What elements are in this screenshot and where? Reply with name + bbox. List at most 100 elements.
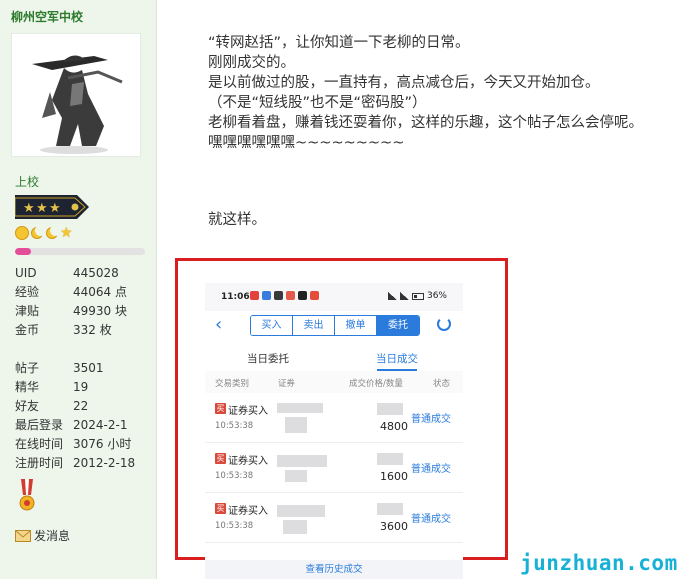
stat-value: 2012-2-18 <box>73 456 136 470</box>
app-icon <box>250 291 259 300</box>
wechat-icon <box>274 291 283 300</box>
trade-type: 证券买入 <box>228 456 268 467</box>
samurai-avatar-image <box>32 55 123 154</box>
post-line: （不是“短线股”也不是“密码股”） <box>208 95 427 111</box>
stat-value: 19 <box>73 380 89 394</box>
column-header: 证券 <box>278 379 296 389</box>
app-icon <box>310 291 319 300</box>
stat-row: 金币 332 枚 <box>15 321 155 340</box>
post-line: 嘿嘿嘿嘿嘿嘿~~~~~~~~~ <box>208 135 405 151</box>
stat-row: 津贴 49930 块 <box>15 302 155 321</box>
redacted-stock-name <box>277 505 325 517</box>
stat-value: 44064 点 <box>73 285 127 299</box>
stat-label: 最后登录 <box>15 418 64 432</box>
table-row: 买 证券买入 10:53:38 3600 普通成交 <box>205 493 463 543</box>
sun-icon <box>15 226 29 240</box>
stat-row[interactable]: 精华 19 <box>15 378 155 397</box>
post-spacer <box>208 153 688 193</box>
stat-row[interactable]: 好友 22 <box>15 397 155 416</box>
stat-row: 经验 44064 点 <box>15 283 155 302</box>
battery-level: 36% <box>426 291 447 301</box>
medal-icon[interactable] <box>17 479 37 513</box>
post-content: “转网赵括”，让你知道一下老柳的日常。 刚刚成交的。 是以前做过的股，一直持有，… <box>208 33 688 230</box>
trade-status: 普通成交 <box>411 514 451 525</box>
avatar[interactable] <box>11 33 141 157</box>
svg-text:★: ★ <box>23 201 35 216</box>
trade-time: 10:53:38 <box>215 471 254 481</box>
stat-row: 最后登录 2024-2-1 <box>15 416 155 435</box>
post-line: 老柳看着盘，赚着钱还耍着你，这样的乐趣，这个帖子怎么会停呢。 <box>208 115 643 131</box>
buy-tag: 买 <box>215 503 226 514</box>
user-stats: UID 445028 经验 44064 点 津贴 49930 块 金币 332 … <box>15 264 155 473</box>
redacted-price <box>377 403 403 415</box>
table-row: 买 证券买入 10:53:38 1600 普通成交 <box>205 443 463 493</box>
username-link[interactable]: 柳州空军中校 <box>11 8 83 25</box>
trade-status: 普通成交 <box>411 414 451 425</box>
stat-label: 帖子 <box>15 361 40 375</box>
post-line: 刚刚成交的。 <box>208 55 295 71</box>
view-history-link: 查看历史成交 <box>205 560 463 579</box>
signal-icon <box>387 292 397 300</box>
status-indicators: 36% <box>387 291 447 301</box>
stat-value: 3501 <box>73 361 104 375</box>
svg-text:★: ★ <box>49 201 61 216</box>
stat-row: 在线时间 3076 小时 <box>15 435 155 454</box>
trade-quantity: 3600 <box>380 520 408 533</box>
envelope-icon <box>15 529 31 542</box>
trade-time: 10:53:38 <box>215 521 254 531</box>
tab-today-orders: 当日委托 <box>247 353 289 365</box>
buy-tag: 买 <box>215 453 226 464</box>
buy-tag: 买 <box>215 403 226 414</box>
moon-icon <box>45 225 61 240</box>
level-progress-fill <box>15 248 31 255</box>
stat-label: 精华 <box>15 380 40 394</box>
column-header: 成交价格/数量 <box>349 379 403 389</box>
trade-screenshot-image[interactable]: 11:06 36% ‹ 买入 卖出 撤单 委托 当日委托 当日成交 交易类别 证… <box>205 283 463 579</box>
stat-row: 注册时间 2012-2-18 <box>15 454 155 473</box>
redacted-stock-code <box>285 417 307 433</box>
trade-quantity: 4800 <box>380 420 408 433</box>
redacted-stock-code <box>283 520 307 534</box>
stat-label: 经验 <box>15 285 40 299</box>
redacted-price <box>377 503 403 515</box>
stats-divider <box>15 340 155 359</box>
user-profile-sidebar: 柳州空军中校 上校 ★ ★ ★ ★ UID 445028 经验 44064 点 … <box>0 0 157 579</box>
order-tabs: 当日委托 当日成交 <box>205 345 463 371</box>
trade-quantity: 1600 <box>380 470 408 483</box>
notification-icons <box>250 291 319 300</box>
refresh-icon <box>437 317 451 331</box>
back-chevron-icon: ‹ <box>215 314 223 335</box>
stat-value: 49930 块 <box>73 304 127 318</box>
stat-value: 445028 <box>73 266 119 280</box>
trade-segment-control: 买入 卖出 撤单 委托 <box>250 315 420 336</box>
table-row: 买 证券买入 10:53:38 4800 普通成交 <box>205 393 463 443</box>
redacted-stock-name <box>277 455 327 467</box>
rank-insignia-icon: ★ ★ ★ <box>15 195 89 219</box>
segment-orders: 委托 <box>377 316 419 335</box>
stat-label: 好友 <box>15 399 40 413</box>
column-header: 交易类别 <box>215 379 250 389</box>
table-header: 交易类别 证券 成交价格/数量 状态 <box>205 371 463 393</box>
level-icons: ★ <box>15 225 73 240</box>
redacted-stock-name <box>277 403 323 413</box>
segment-sell: 卖出 <box>293 316 335 335</box>
trade-status: 普通成交 <box>411 464 451 475</box>
app-icon <box>286 291 295 300</box>
redacted-price <box>377 453 403 465</box>
stat-value: 2024-2-1 <box>73 418 128 432</box>
trade-type: 证券买入 <box>228 506 268 517</box>
stat-row[interactable]: 帖子 3501 <box>15 359 155 378</box>
stat-label: UID <box>15 266 37 280</box>
stat-value: 332 枚 <box>73 323 112 337</box>
tiktok-icon <box>298 291 307 300</box>
column-header: 状态 <box>433 379 451 389</box>
signal-icon <box>399 292 409 300</box>
post-line: 是以前做过的股，一直持有，高点减仓后，今天又开始加仓。 <box>208 75 600 91</box>
post-line: “转网赵括”，让你知道一下老柳的日常。 <box>208 35 470 51</box>
stat-value: 3076 小时 <box>73 437 132 451</box>
status-time: 11:06 <box>221 292 250 302</box>
trade-type: 证券买入 <box>228 406 268 417</box>
stat-row: UID 445028 <box>15 264 155 283</box>
segment-cancel: 撤单 <box>335 316 377 335</box>
send-message-link[interactable]: 发消息 <box>15 527 70 544</box>
